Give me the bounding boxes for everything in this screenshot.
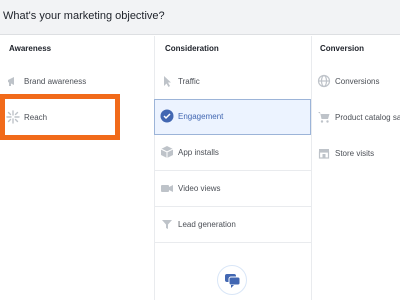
objective-conversions[interactable]: Conversions [311,64,400,100]
megaphone-icon [6,74,20,88]
objective-label: Brand awareness [24,77,87,86]
column-title-consideration: Consideration [165,44,219,53]
annotation-highlight-box [0,94,120,140]
objective-label: Traffic [178,77,200,86]
awareness-column: Awareness Brand awareness Reach [0,36,154,300]
objective-label: Lead generation [178,220,236,229]
cart-icon [317,110,331,124]
cube-icon [160,145,174,159]
check-circle-icon [160,109,174,123]
objective-app-installs[interactable]: App installs [154,135,311,171]
video-camera-icon [160,181,174,195]
objective-product-catalog-sales[interactable]: Product catalog sales [311,100,400,136]
objective-store-visits[interactable]: Store visits [311,136,400,172]
column-title-conversion: Conversion [320,44,365,53]
column-title-awareness: Awareness [9,44,52,53]
objective-label: Video views [178,184,221,193]
consideration-column: Consideration Traffic Engagement App ins… [154,36,311,300]
objective-traffic[interactable]: Traffic [154,64,311,100]
objective-label: Product catalog sales [335,113,400,122]
header-bar: What's your marketing objective? [0,0,400,35]
chat-button[interactable] [217,265,247,295]
objective-label: App installs [178,148,219,157]
objective-label: Store visits [335,149,375,158]
conversion-column: Conversion Conversions Product catalog s… [311,36,400,300]
store-icon [317,146,331,160]
page-title: What's your marketing objective? [3,10,165,22]
objective-engagement[interactable]: Engagement [154,99,311,135]
objective-label: Conversions [335,77,380,86]
objective-lead-generation[interactable]: Lead generation [154,207,311,243]
cursor-icon [160,74,174,88]
globe-icon [317,74,331,88]
filter-icon [160,217,174,231]
objective-video-views[interactable]: Video views [154,171,311,207]
objective-label: Engagement [178,112,224,121]
